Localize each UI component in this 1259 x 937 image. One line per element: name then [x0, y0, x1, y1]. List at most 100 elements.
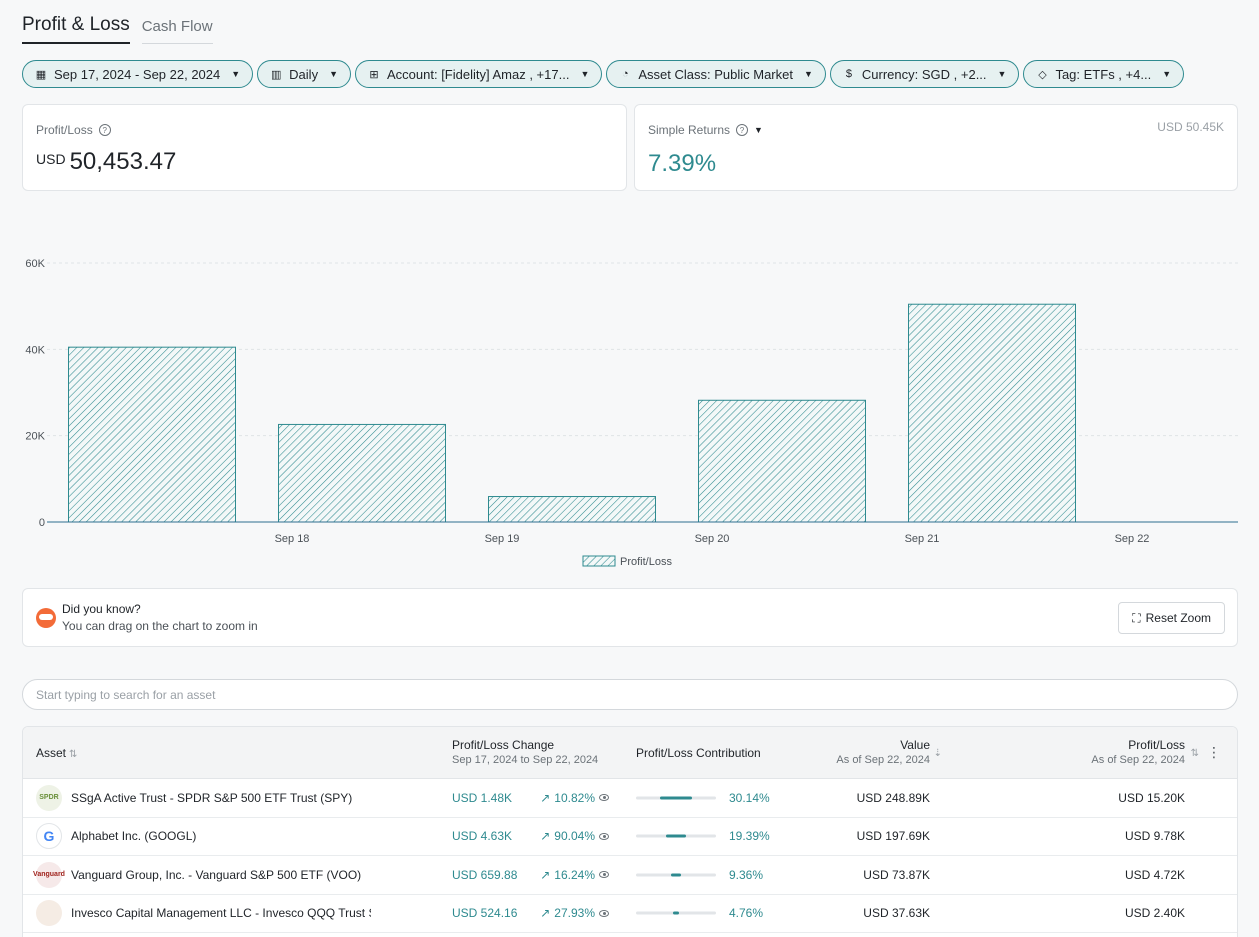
- table-row[interactable]: SPDR SSgA Active Trust - SPDR S&P 500 ET…: [23, 779, 1237, 818]
- interval-filter[interactable]: ▥ Daily ▼: [257, 60, 351, 88]
- table-header: Asset ⇅ Profit/Loss Change Sep 17, 2024 t…: [23, 727, 1237, 779]
- simple-returns-label-row[interactable]: Simple Returns ? ▼: [648, 123, 763, 137]
- table-row[interactable]: Vanguard Vanguard Group, Inc. - Vanguard…: [23, 856, 1237, 895]
- contribution-bar-fill: [671, 873, 681, 877]
- grid-icon: ⊞: [369, 68, 379, 81]
- help-icon[interactable]: ?: [736, 124, 749, 136]
- chevron-down-icon: ▼: [803, 69, 813, 79]
- x-tick-label: Sep 21: [905, 533, 940, 545]
- dollar-icon: $: [845, 68, 852, 80]
- table-row[interactable]: Invesco Capital Management LLC - Invesco…: [23, 895, 1237, 933]
- header-pl[interactable]: Profit/Loss ⇅ As of Sep 22, 2024: [1091, 738, 1199, 766]
- arrow-up-right-icon: ↗: [540, 906, 551, 921]
- header-value[interactable]: Value ⇣ As of Sep 22, 2024: [836, 738, 942, 766]
- profit-loss-card: Profit/Loss ? USD 50,453.47: [22, 104, 627, 191]
- eye-icon[interactable]: [599, 832, 609, 840]
- asset-logo: G: [36, 823, 62, 850]
- asset-class-label: Asset Class: Public Market: [638, 66, 793, 82]
- more-options-icon[interactable]: ⋮: [1207, 744, 1221, 761]
- header-value-sub: As of Sep 22, 2024: [836, 754, 930, 766]
- asset-value: USD 248.89K: [856, 790, 930, 805]
- profit-loss-amount: 50,453.47: [69, 148, 177, 175]
- bar-sep-18[interactable]: [278, 423, 446, 523]
- zoom-reset-icon: ⛶: [1132, 610, 1141, 625]
- tab-cash-flow[interactable]: Cash Flow: [141, 14, 213, 44]
- account-filter[interactable]: ⊞ Account: [Fidelity] Amaz , +17... ▼: [355, 60, 603, 88]
- contribution-bar: [636, 873, 716, 877]
- sort-icon: ⇅: [69, 749, 78, 760]
- legend-label[interactable]: Profit/Loss: [620, 556, 672, 568]
- tag-label: Tag: ETFs , +4...: [1055, 66, 1152, 82]
- profit-loss-chart[interactable]: 0 20K 40K 60K Sep 18 Sep 19 Sep 20 Sep 21 Sep 22…: [0, 240, 1259, 580]
- header-value-label: Value: [900, 738, 930, 752]
- arrow-up-right-icon: ↗: [540, 829, 551, 844]
- eye-icon[interactable]: [599, 871, 609, 879]
- table-body: SPDR SSgA Active Trust - SPDR S&P 500 ET…: [23, 779, 1237, 933]
- profit-loss-label-row: Profit/Loss ?: [36, 123, 111, 137]
- header-contribution-label: Profit/Loss Contribution: [636, 746, 761, 760]
- chevron-down-icon: ▼: [1162, 69, 1172, 79]
- asset-search-input[interactable]: [22, 679, 1238, 710]
- profit-loss-value: USD 50,453.47: [36, 148, 176, 176]
- chevron-down-icon[interactable]: ▼: [754, 125, 763, 135]
- tag-icon: ◇: [1038, 68, 1047, 81]
- tag-filter[interactable]: ◇ Tag: ETFs , +4... ▼: [1023, 60, 1185, 88]
- sort-desc-icon: ⇣: [933, 748, 942, 759]
- table-row[interactable]: G Alphabet Inc. (GOOGL) USD 4.63K ↗ 90.0…: [23, 818, 1237, 856]
- pl-change-percent-value: 10.82%: [554, 790, 595, 805]
- asset-profit-loss: USD 9.78K: [1124, 829, 1185, 844]
- x-tick-label: Sep 18: [275, 533, 310, 545]
- profit-loss-label: Profit/Loss: [36, 123, 93, 137]
- asset-value: USD 197.69K: [856, 829, 930, 844]
- asset-logo: SPDR: [36, 784, 62, 811]
- date-range-filter[interactable]: ▦ Sep 17, 2024 - Sep 22, 2024 ▼: [22, 60, 254, 88]
- asset-logo: Vanguard: [33, 861, 65, 888]
- contribution-value: 30.14%: [729, 790, 770, 805]
- currency-filter[interactable]: $ Currency: SGD , +2... ▼: [829, 60, 1020, 88]
- chart-svg[interactable]: 0 20K 40K 60K Sep 18 Sep 19 Sep 20 Sep 21 Sep 22…: [0, 240, 1259, 580]
- y-tick-label: 20K: [25, 431, 45, 443]
- x-tick-label: Sep 19: [485, 533, 520, 545]
- chevron-down-icon: ▼: [997, 69, 1007, 79]
- y-tick-label: 60K: [25, 258, 45, 270]
- eye-icon[interactable]: [599, 909, 609, 917]
- bar-sep-17[interactable]: [68, 346, 236, 523]
- report-tabs: Profit & Loss Cash Flow: [22, 14, 213, 44]
- tab-profit-loss[interactable]: Profit & Loss: [22, 14, 130, 44]
- contribution-bar: [636, 834, 716, 838]
- header-pl-label: Profit/Loss: [1128, 738, 1185, 752]
- chevron-down-icon: ▼: [329, 69, 338, 79]
- asset-name[interactable]: SSgA Active Trust - SPDR S&P 500 ETF Tru…: [71, 791, 352, 805]
- pl-change-value: USD 4.63K: [452, 829, 513, 844]
- pl-change-percent: ↗ 27.93%: [540, 906, 609, 920]
- header-pl-change: Profit/Loss Change Sep 17, 2024 to Sep 2…: [452, 738, 598, 766]
- bar-sep-19[interactable]: [488, 496, 656, 523]
- contribution-bar-fill: [673, 911, 679, 915]
- eye-icon[interactable]: [599, 794, 609, 802]
- contribution-bar: [636, 796, 716, 800]
- header-asset[interactable]: Asset ⇅: [36, 746, 77, 760]
- pl-change-value: USD 1.48K: [452, 790, 513, 805]
- asset-name[interactable]: Invesco Capital Management LLC - Invesco…: [71, 906, 371, 920]
- legend-swatch: [582, 555, 616, 567]
- asset-value: USD 73.87K: [863, 867, 930, 882]
- asset-profit-loss: USD 15.20K: [1118, 790, 1185, 805]
- contribution-value: 4.76%: [729, 906, 764, 921]
- bar-sep-20[interactable]: [698, 399, 866, 523]
- simple-returns-value: 7.39%: [648, 150, 717, 177]
- bar-sep-21[interactable]: [908, 303, 1076, 523]
- asset-name[interactable]: Vanguard Group, Inc. - Vanguard S&P 500 …: [71, 868, 361, 882]
- y-tick-label: 0: [39, 517, 45, 529]
- pl-change-percent-value: 16.24%: [554, 867, 595, 882]
- chevron-down-icon: ▼: [231, 69, 241, 79]
- tip-banner: Did you know? You can drag on the chart …: [22, 588, 1238, 647]
- y-tick-label: 40K: [25, 344, 45, 356]
- help-icon[interactable]: ?: [98, 124, 111, 136]
- reset-zoom-button[interactable]: ⛶ Reset Zoom: [1118, 602, 1225, 634]
- simple-returns-card: Simple Returns ? ▼ USD 50.45K 7.39%: [634, 104, 1238, 191]
- asset-logo: [36, 900, 62, 927]
- header-asset-label: Asset: [36, 746, 67, 760]
- asset-name[interactable]: Alphabet Inc. (GOOGL): [71, 829, 196, 843]
- asset-class-filter[interactable]: ◔ Asset Class: Public Market ▼: [606, 60, 826, 88]
- header-pl-change-sub: Sep 17, 2024 to Sep 22, 2024: [452, 754, 599, 766]
